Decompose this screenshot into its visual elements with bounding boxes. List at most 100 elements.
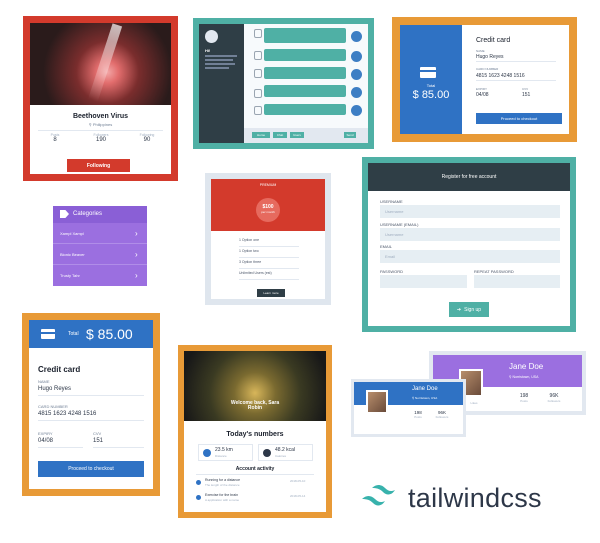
user-avatar xyxy=(205,30,218,43)
stat-followers: 96K Followers xyxy=(547,393,561,403)
checkout-button[interactable]: Proceed to checkout xyxy=(38,461,144,477)
dashboard-card: Welcome back, Sara Robin Today's numbers… xyxy=(178,345,332,518)
forest-photo: Welcome back, Sara Robin xyxy=(184,351,326,421)
cvv-field[interactable]: 151 xyxy=(522,92,530,98)
total-label: Total xyxy=(68,331,79,337)
category-item[interactable]: Bionic Beaver › xyxy=(53,244,147,265)
pricing-card: PREMIUM $100 per month 1 Option one 1 Op… xyxy=(205,173,331,305)
activity-item[interactable]: Running for a distance The length of the… xyxy=(196,478,316,490)
credit-card-icon xyxy=(41,329,55,339)
category-item[interactable]: Xampl Xampl › xyxy=(53,223,147,244)
total-amount: $ 85.00 xyxy=(86,326,133,342)
credit-total-panel: Total $ 85.00 xyxy=(400,25,462,134)
tailwind-logo: tailwindcss xyxy=(360,480,585,524)
message-icon xyxy=(254,89,262,98)
stat-followers: Followers 190 xyxy=(93,133,109,143)
register-header: Register for free account xyxy=(368,163,570,191)
category-item[interactable]: Trusty Tahr › xyxy=(53,265,147,286)
welcome-heading: Welcome back, Sara Robin xyxy=(230,400,280,411)
message-icon xyxy=(254,51,262,60)
brand-name: tailwindcss xyxy=(408,483,542,513)
chevron-right-icon: › xyxy=(135,229,138,238)
feature-item: Unlimited Users (est) xyxy=(239,271,299,280)
profile-location: ⚲ Norristown, USA xyxy=(412,396,438,400)
pricing-header: PREMIUM $100 per month xyxy=(211,179,325,231)
sender-avatar xyxy=(351,87,362,98)
checkout-button[interactable]: Proceed to checkout xyxy=(476,113,562,124)
repeat-password-input[interactable] xyxy=(474,275,560,288)
following-button[interactable]: Following xyxy=(67,159,130,172)
stat-posts: Posts 8 xyxy=(50,133,60,143)
calories-icon xyxy=(263,449,271,457)
chevron-right-icon: › xyxy=(135,271,138,280)
profile-location: ⚲ Norristown, USA xyxy=(509,375,539,379)
tag-icon xyxy=(60,210,69,218)
message-icon xyxy=(254,29,262,38)
sign-in-icon: ➔ xyxy=(456,306,462,313)
concert-photo xyxy=(30,23,171,105)
stat-followers: 96K Followers xyxy=(435,410,449,419)
chat-sidebar: Hi! xyxy=(199,24,244,143)
card-number-field[interactable]: 4815 1623 4248 1516 xyxy=(38,411,96,417)
chat-toolbar: Home Chat Users Send xyxy=(244,128,368,143)
credit-total-bar: Total $ 85.00 xyxy=(29,320,153,348)
chat-messages: Home Chat Users Send xyxy=(244,24,368,143)
message-bubble xyxy=(264,104,346,115)
toolbar-chat[interactable]: Chat xyxy=(273,132,287,138)
email-input[interactable]: Email xyxy=(380,250,560,263)
plan-name: PREMIUM xyxy=(259,183,277,187)
card-name-field[interactable]: Hugo Reyes xyxy=(38,386,71,392)
stat-posts: 198 Posts xyxy=(519,393,529,403)
register-title: Register for free account xyxy=(441,174,497,180)
profile-name: Jane Doe xyxy=(509,362,544,371)
expiry-field[interactable]: 04/08 xyxy=(476,92,489,98)
card-name-field[interactable]: Hugo Reyes xyxy=(476,54,504,60)
chat-card: Hi! Home Chat Users Send xyxy=(193,18,374,149)
send-button[interactable]: Send xyxy=(344,132,356,138)
toolbar-users[interactable]: Users xyxy=(290,132,304,138)
profile-card-small: Jane Doe ⚲ Norristown, USA 198 Posts 96K… xyxy=(351,379,466,437)
sign-up-button[interactable]: ➔ Sign up xyxy=(449,302,489,317)
calories-stat: 48.2 kcal Calories xyxy=(258,444,313,461)
chevron-right-icon: › xyxy=(135,250,138,259)
message-bubble xyxy=(264,49,346,61)
message-bubble xyxy=(264,67,346,79)
sender-avatar xyxy=(351,51,362,62)
music-location: ⚲ Philippines xyxy=(88,122,113,127)
activity-item[interactable]: Exercise for the brain A application wit… xyxy=(196,493,316,505)
activity-dot-icon xyxy=(196,480,201,485)
credit-card-small: Total $ 85.00 Credit card NAME Hugo Reye… xyxy=(392,17,577,142)
card-number-field[interactable]: 4815 1623 4248 1516 xyxy=(476,73,525,79)
credit-title: Credit card xyxy=(38,365,81,374)
sender-avatar xyxy=(351,105,362,116)
chat-user-name: Hi! xyxy=(205,48,211,53)
feature-item: 3 Option three xyxy=(239,260,299,269)
music-profile-card: Beethoven Virus ⚲ Philippines Posts 8 Fo… xyxy=(23,16,178,181)
stat-following: Following 90 xyxy=(139,133,155,143)
username-email-input[interactable]: Username xyxy=(380,228,560,241)
distance-stat: 23.5 km Distance xyxy=(198,444,253,461)
categories-header: Categories xyxy=(53,206,147,223)
categories-title: Categories xyxy=(73,211,103,217)
learn-more-button[interactable]: Learn more xyxy=(257,289,285,297)
categories-card: Categories Xampl Xampl › Bionic Beaver ›… xyxy=(53,206,147,286)
tailwind-wave-icon xyxy=(362,485,395,506)
toolbar-home[interactable]: Home xyxy=(252,132,270,138)
expiry-field[interactable]: 04/08 xyxy=(38,438,53,444)
sender-avatar xyxy=(351,31,362,42)
total-label: Total xyxy=(426,83,436,88)
numbers-title: Today's numbers xyxy=(226,431,284,438)
feature-item: 1 Option one xyxy=(239,238,299,247)
distance-icon xyxy=(203,449,211,457)
username-input[interactable]: Username xyxy=(380,205,560,218)
cvv-field[interactable]: 151 xyxy=(93,438,103,444)
message-icon xyxy=(254,69,262,78)
stat-posts: 198 Posts xyxy=(414,410,422,419)
credit-title: Credit card xyxy=(476,37,511,44)
music-title: Beethoven Virus xyxy=(72,113,129,120)
password-input[interactable] xyxy=(380,275,467,288)
feature-item: 1 Option two xyxy=(239,249,299,258)
activity-dot-icon xyxy=(196,495,201,500)
credit-form: Credit card NAME Hugo Reyes CARD NUMBER … xyxy=(462,25,569,134)
activity-title: Account activity xyxy=(235,466,275,472)
